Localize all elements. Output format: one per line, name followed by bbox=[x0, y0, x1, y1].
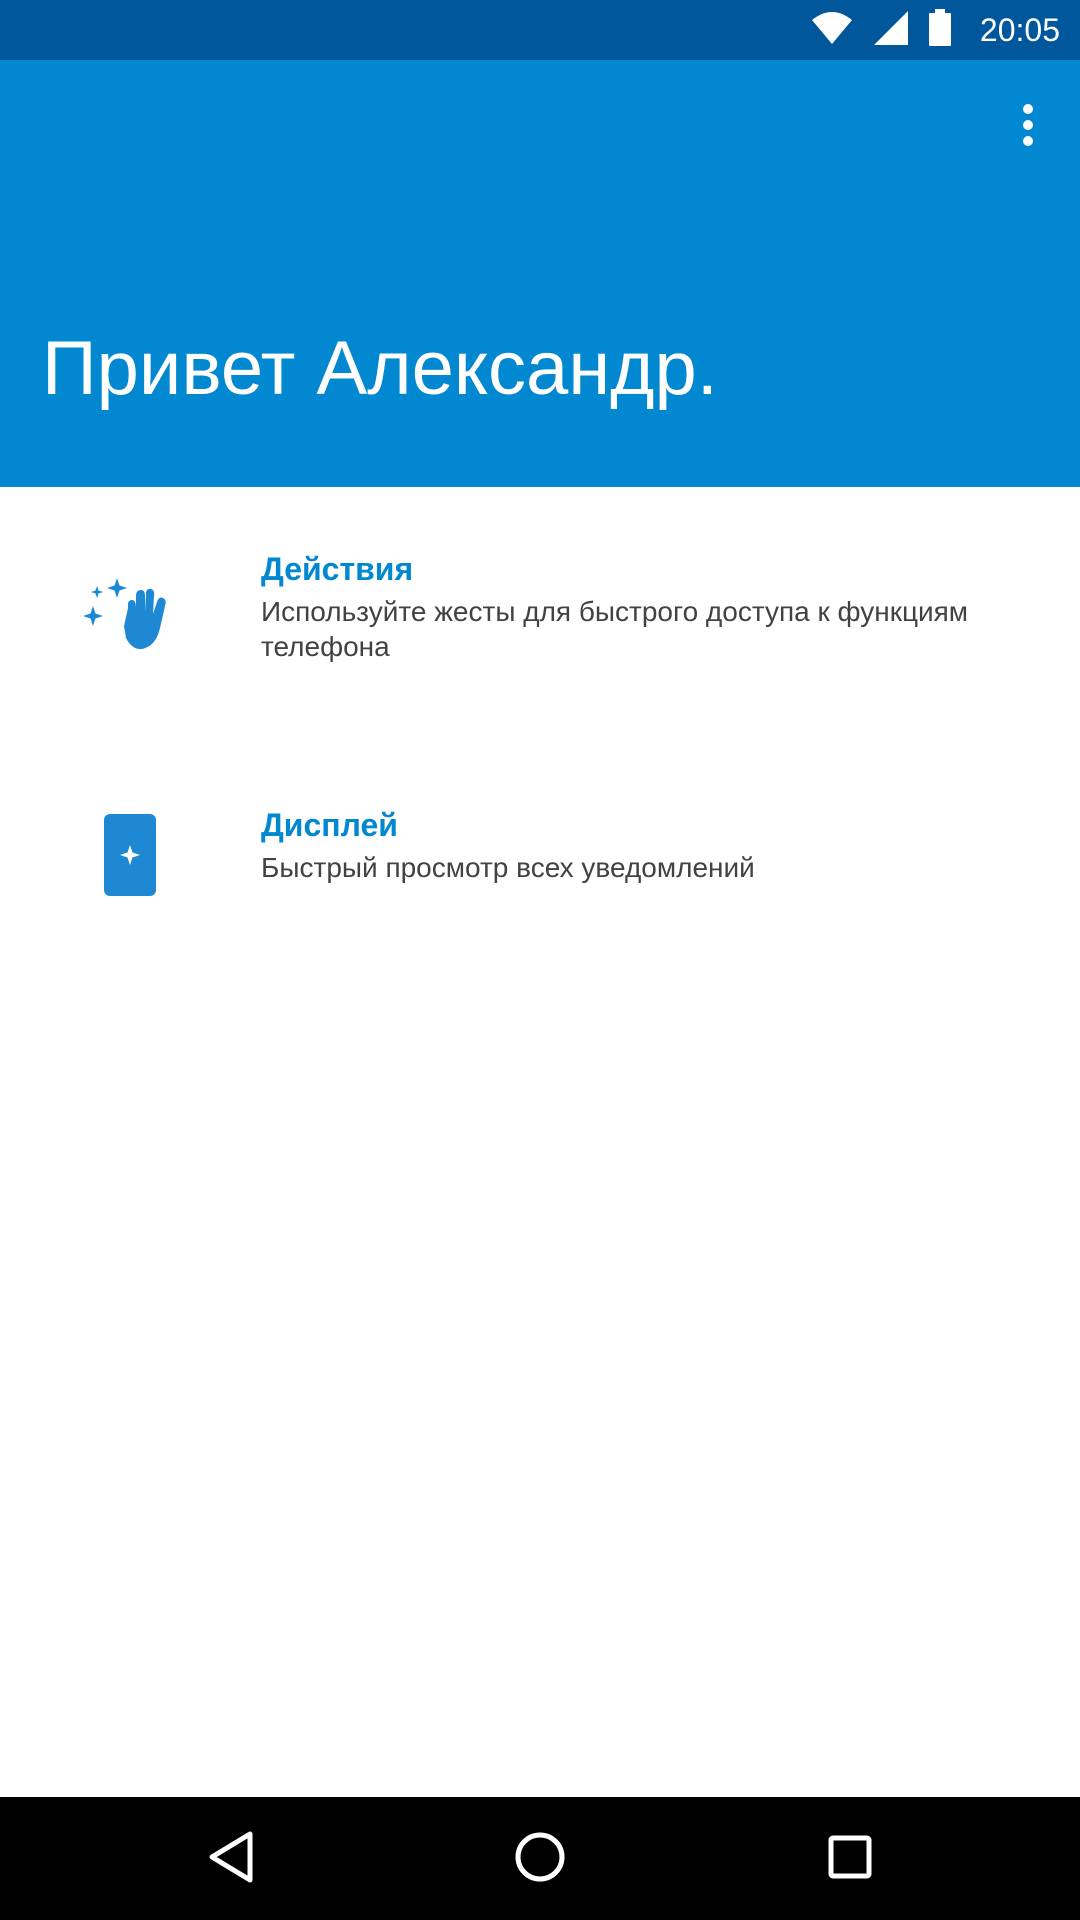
list-item-actions[interactable]: Действия Используйте жесты для быстрого … bbox=[0, 536, 1080, 726]
list-item-subtitle: Используйте жесты для быстрого доступа к… bbox=[261, 596, 969, 662]
list-item-title: Действия bbox=[261, 551, 414, 587]
overflow-menu-icon bbox=[1020, 103, 1036, 152]
phone-sparkle-icon bbox=[70, 795, 190, 915]
list-item-subtitle: Быстрый просмотр всех уведомлений bbox=[261, 852, 755, 883]
home-icon bbox=[514, 1831, 566, 1888]
status-icons: 20:05 bbox=[810, 0, 1060, 60]
navigation-bar bbox=[0, 1797, 1080, 1920]
list-item-display-text: Дисплей Быстрый просмотр всех уведомлени… bbox=[261, 807, 1040, 885]
back-icon bbox=[206, 1830, 256, 1889]
list-item-actions-text: Действия Используйте жесты для быстрого … bbox=[261, 551, 1040, 664]
battery-icon bbox=[928, 8, 952, 52]
home-button[interactable] bbox=[500, 1819, 580, 1899]
back-button[interactable] bbox=[191, 1819, 271, 1899]
app-bar: Привет Александр. bbox=[0, 60, 1080, 487]
wifi-icon bbox=[810, 10, 854, 51]
status-time: 20:05 bbox=[979, 11, 1060, 48]
status-bar: 20:05 bbox=[0, 0, 1080, 60]
list-item-display[interactable]: Дисплей Быстрый просмотр всех уведомлени… bbox=[0, 790, 1080, 940]
greeting-title: Привет Александр. bbox=[42, 326, 718, 411]
wave-hand-sparkle-icon bbox=[70, 546, 190, 666]
list-item-title: Дисплей bbox=[261, 807, 398, 843]
cell-signal-icon bbox=[872, 9, 910, 52]
overflow-menu-button[interactable] bbox=[996, 95, 1060, 159]
recents-icon bbox=[827, 1834, 873, 1885]
recents-button[interactable] bbox=[810, 1819, 890, 1899]
screen: 20:05 Привет Александр. Действия Использ… bbox=[0, 0, 1080, 1920]
